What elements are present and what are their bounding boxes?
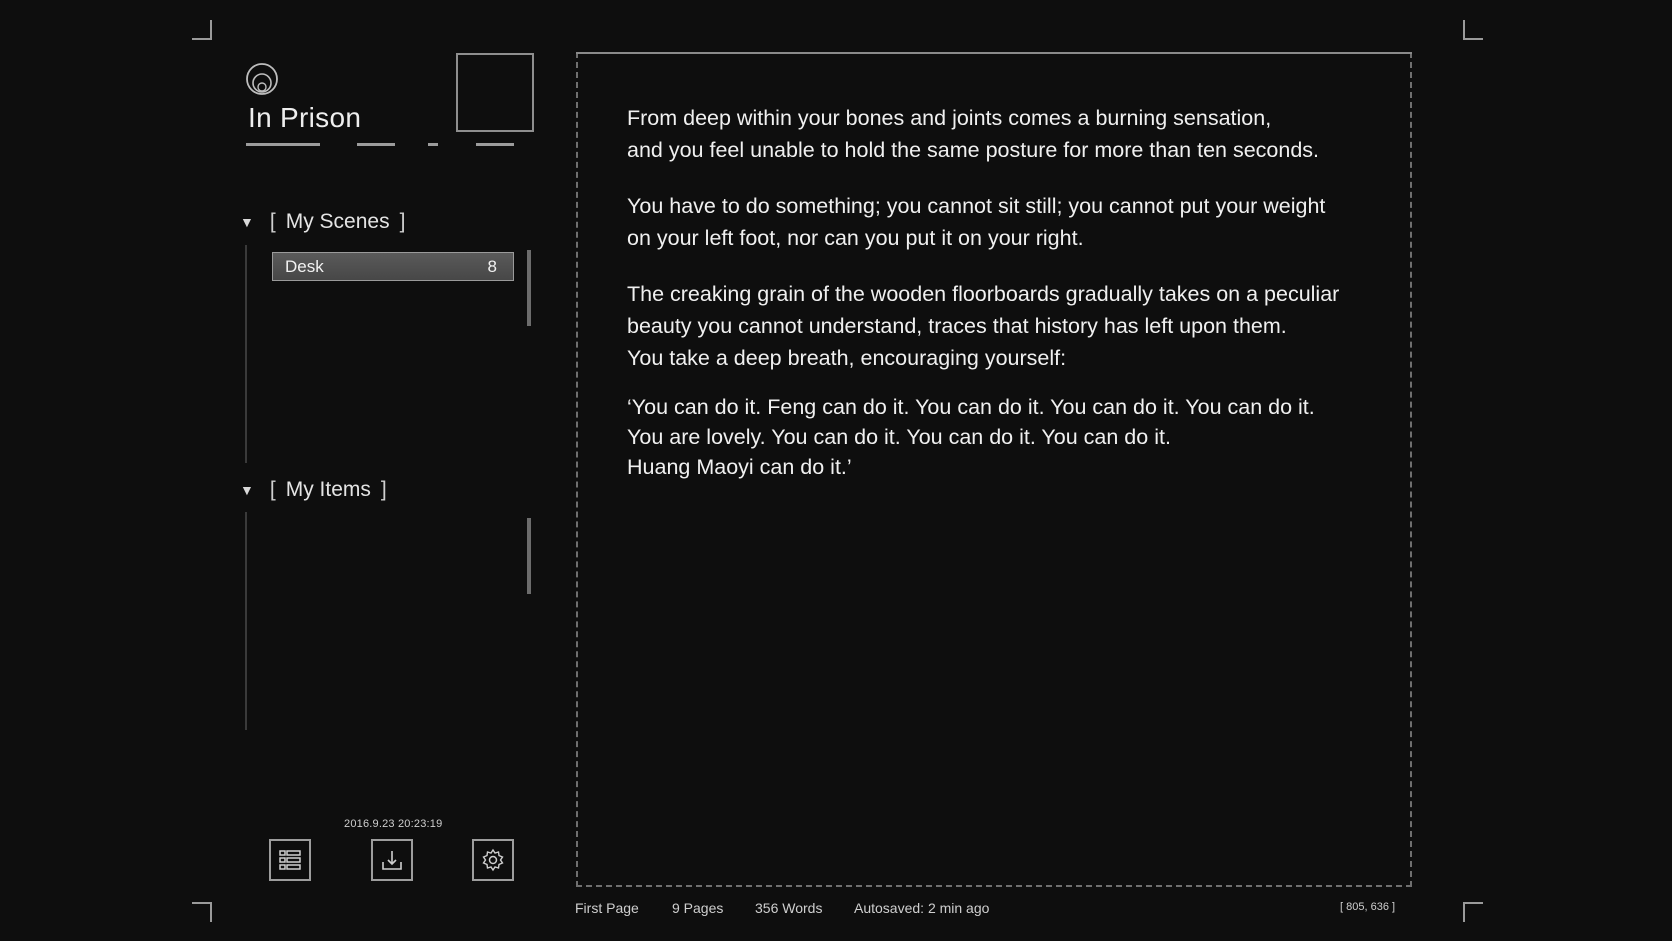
bracket-close: ] bbox=[399, 210, 406, 233]
corner-bracket-bottom-left bbox=[192, 902, 212, 922]
corner-bracket-bottom-right bbox=[1463, 902, 1483, 922]
collapse-arrow-icon: ▼ bbox=[240, 482, 254, 498]
scene-item-label: Desk bbox=[285, 256, 324, 276]
my-items-header[interactable]: ▼ [ My Items ] bbox=[240, 478, 387, 502]
list-view-button[interactable] bbox=[269, 839, 311, 881]
download-icon bbox=[382, 851, 402, 870]
logo-icon bbox=[246, 63, 278, 95]
story-panel-top-edge bbox=[576, 52, 1412, 54]
game-screen: In Prison ▼ [ My Scenes ] Desk 8 ▼ [ My … bbox=[0, 0, 1672, 941]
autosave-status: Autosaved: 2 min ago bbox=[854, 900, 990, 916]
scene-item-count: 8 bbox=[487, 256, 497, 276]
cover-thumbnail[interactable] bbox=[456, 53, 534, 132]
bracket-open: [ bbox=[269, 210, 276, 233]
corner-bracket-top-left bbox=[192, 20, 212, 40]
my-scenes-header[interactable]: ▼ [ My Scenes ] bbox=[240, 210, 405, 234]
cursor-coordinates: [ 805, 636 ] bbox=[1340, 901, 1396, 913]
scene-item-desk[interactable]: Desk 8 bbox=[272, 252, 514, 281]
word-count: 356 Words bbox=[755, 900, 823, 916]
list-icon bbox=[279, 850, 301, 870]
story-paragraph: The creaking grain of the wooden floorbo… bbox=[627, 282, 1340, 370]
my-scenes-label: My Scenes bbox=[285, 210, 390, 233]
story-text[interactable]: From deep within your bones and joints c… bbox=[627, 102, 1367, 506]
corner-bracket-top-right bbox=[1463, 20, 1483, 40]
story-paragraph: You have to do something; you cannot sit… bbox=[627, 194, 1326, 250]
export-button[interactable] bbox=[371, 839, 413, 881]
save-timestamp: 2016.9.23 20:23:19 bbox=[344, 818, 443, 830]
items-tree-line bbox=[245, 512, 247, 730]
page-count: 9 Pages bbox=[672, 900, 724, 916]
gear-icon bbox=[482, 848, 504, 872]
bracket-open: [ bbox=[269, 478, 276, 501]
scenes-scrollbar[interactable] bbox=[527, 250, 531, 326]
story-paragraph: From deep within your bones and joints c… bbox=[627, 106, 1320, 162]
bracket-close: ] bbox=[380, 478, 387, 501]
my-items-label: My Items bbox=[285, 478, 371, 501]
project-title: In Prison bbox=[248, 102, 362, 133]
title-underline bbox=[246, 143, 516, 146]
story-paragraph: ‘You can do it. Feng can do it. You can … bbox=[627, 395, 1315, 479]
settings-button[interactable] bbox=[472, 839, 514, 881]
collapse-arrow-icon: ▼ bbox=[240, 214, 254, 230]
scenes-tree-line bbox=[245, 245, 247, 463]
items-scrollbar[interactable] bbox=[527, 518, 531, 594]
first-page-link[interactable]: First Page bbox=[575, 900, 639, 916]
